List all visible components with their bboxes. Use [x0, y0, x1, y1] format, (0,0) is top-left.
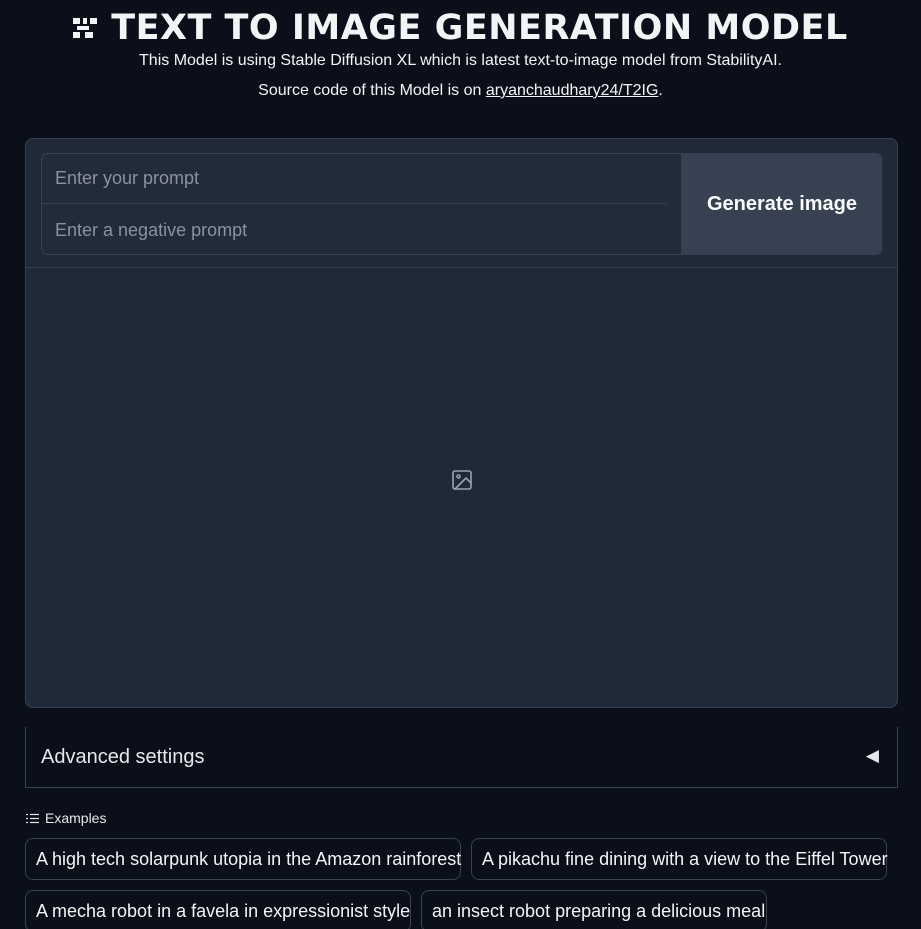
image-icon	[452, 470, 472, 490]
prompt-input[interactable]	[42, 154, 667, 204]
examples-label: Examples	[45, 810, 107, 826]
collapse-arrow-icon: ◀	[865, 746, 879, 765]
generation-panel: Generate image	[25, 138, 898, 708]
list-icon	[26, 813, 39, 823]
example-button[interactable]: A pikachu fine dining with a view to the…	[471, 838, 888, 880]
example-button[interactable]: an insect robot preparing a delicious me…	[421, 890, 767, 929]
image-output-area	[26, 267, 897, 707]
examples-header: Examples	[26, 810, 106, 826]
generate-image-button[interactable]: Generate image	[682, 153, 882, 255]
page-title: TEXT TO IMAGE GENERATION MODEL	[111, 8, 848, 48]
page-subtitle: This Model is using Stable Diffusion XL …	[139, 52, 782, 69]
example-button[interactable]: A mecha robot in a favela in expressioni…	[25, 890, 411, 929]
advanced-settings-toggle[interactable]: Advanced settings ◀	[25, 727, 898, 788]
source-suffix: .	[658, 82, 663, 99]
advanced-settings-label: Advanced settings	[41, 746, 205, 768]
title-row: TEXT TO IMAGE GENERATION MODEL	[0, 8, 921, 48]
page: TEXT TO IMAGE GENERATION MODEL This Mode…	[0, 0, 921, 929]
source-code-link[interactable]: aryanchaudhary24/T2IG	[486, 82, 659, 99]
negative-prompt-input[interactable]	[42, 205, 667, 255]
example-button[interactable]: A high tech solarpunk utopia in the Amaz…	[25, 838, 461, 880]
source-line: Source code of this Model is on aryancha…	[0, 82, 921, 100]
prompt-box	[41, 153, 682, 255]
qr-pixel-logo-icon	[73, 18, 98, 38]
source-prefix: Source code of this Model is on	[258, 82, 486, 99]
